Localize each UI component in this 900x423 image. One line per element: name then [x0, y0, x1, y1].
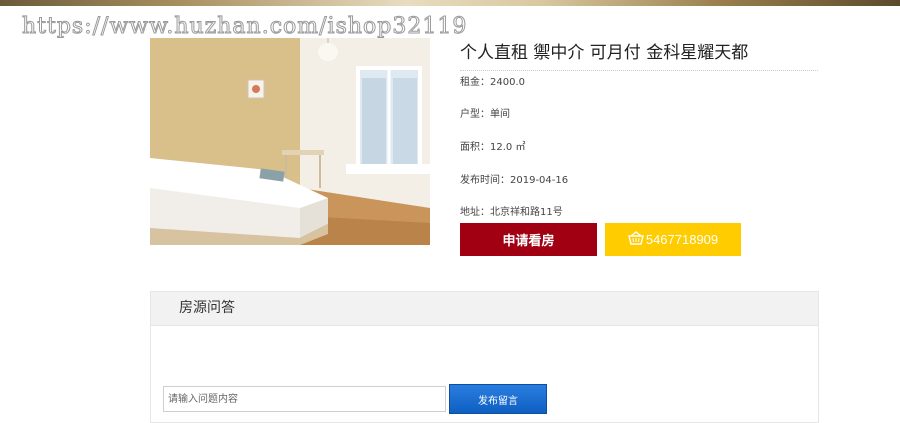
area-info: 面积：12.0 ㎡: [460, 142, 526, 153]
publish-date-info: 发布时间：2019-04-16: [460, 175, 569, 186]
phone-number: 5467718909: [645, 232, 719, 247]
qa-panel: 房源问答 发布留言: [150, 291, 819, 423]
rent-info: 租金：2400.0: [460, 77, 525, 88]
top-banner: [0, 0, 900, 6]
address-info: 地址：北京祥和路11号: [460, 207, 563, 218]
phone-contact-button[interactable]: 5467718909: [605, 223, 741, 256]
qa-title: 房源问答: [151, 292, 818, 326]
listing-title: 个人直租 禦中介 可月付 金科星耀天都: [460, 38, 818, 71]
room-photo: [150, 38, 430, 245]
basket-icon: [627, 231, 646, 248]
submit-question-button[interactable]: 发布留言: [449, 384, 547, 414]
apply-viewing-label: 申请看房: [502, 233, 555, 248]
apply-viewing-button[interactable]: 申请看房: [460, 223, 597, 256]
watermark-text: https://www.huzhan.com/ishop32119: [21, 14, 468, 40]
question-input[interactable]: [163, 386, 446, 412]
submit-question-label: 发布留言: [478, 395, 518, 407]
room-type-info: 户型：单间: [460, 109, 510, 120]
